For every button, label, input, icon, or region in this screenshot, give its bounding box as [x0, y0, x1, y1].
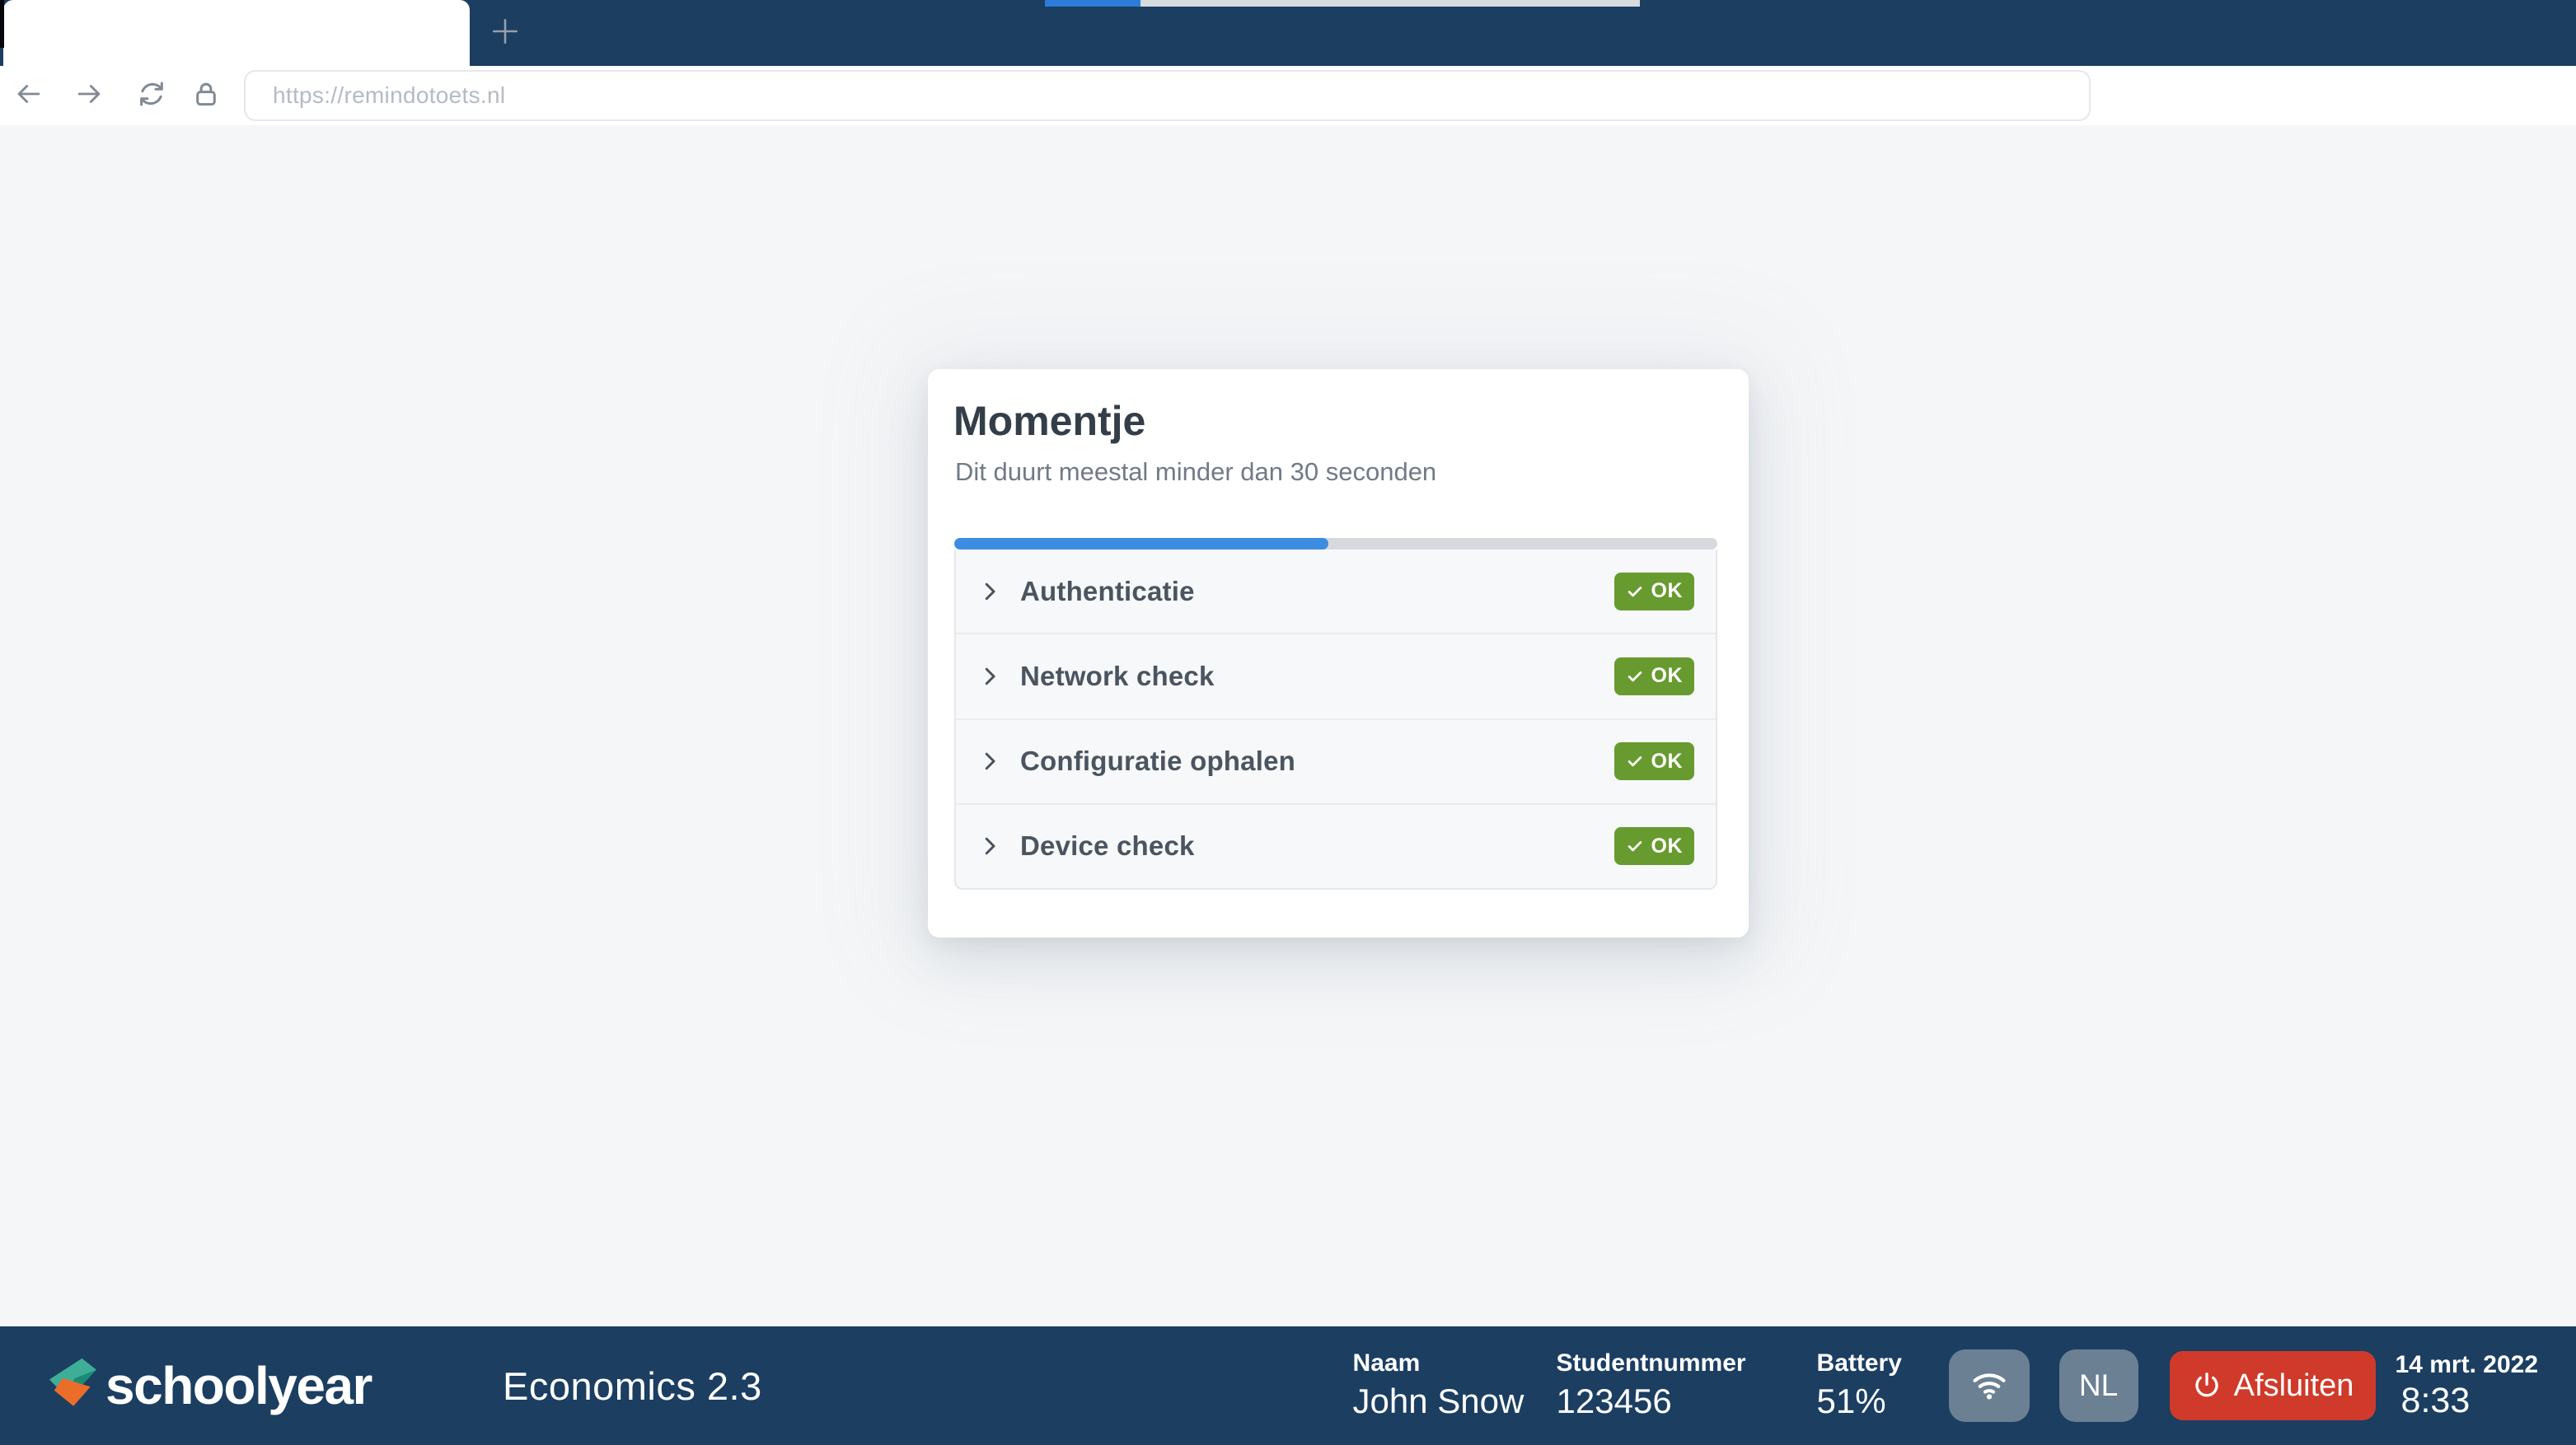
language-label: NL — [2078, 1368, 2119, 1402]
card-title: Momentje — [953, 398, 1146, 444]
chevron-right-icon — [977, 834, 1002, 858]
field-value: John Snow — [1352, 1381, 1525, 1420]
field-value: 51% — [1816, 1381, 1886, 1420]
page-loading-bar — [1045, 0, 1640, 7]
active-tab[interactable] — [3, 0, 470, 66]
exam-browser-screen: https://remindotoets.nl Momentje Dit duu… — [0, 0, 2576, 1445]
exam-footer-bar: schoolyear Economics 2.3 Naam John Snow … — [0, 1326, 2576, 1445]
schoolyear-logo-icon — [44, 1354, 99, 1418]
field-naam: Naam John Snow — [1352, 1349, 1525, 1422]
field-studentnummer: Studentnummer 123456 — [1557, 1349, 1764, 1422]
new-tab-button[interactable] — [487, 15, 523, 51]
url-text: https://remindotoets.nl — [273, 82, 506, 108]
status-badge: OK — [1614, 657, 1694, 695]
reload-sync-icon — [136, 78, 167, 114]
brand-wordmark: schoolyear — [105, 1356, 372, 1415]
field-value: 123456 — [1556, 1381, 1672, 1420]
field-label: Naam — [1352, 1349, 1421, 1377]
quit-button[interactable]: Afsluiten — [2169, 1351, 2376, 1420]
padlock-icon — [190, 78, 222, 114]
quit-button-label: Afsluiten — [2233, 1368, 2354, 1403]
field-label: Battery — [1816, 1349, 1902, 1377]
check-row-network-check[interactable]: Network check OK — [956, 633, 1716, 718]
date-text: 14 mrt. 2022 — [2395, 1350, 2538, 1378]
check-icon — [1628, 671, 1642, 682]
status-badge-text: OK — [1651, 579, 1683, 603]
check-icon — [1628, 841, 1642, 852]
status-badge: OK — [1614, 572, 1694, 610]
forward-arrow-icon — [73, 78, 105, 114]
screen-edge-artifact — [0, 0, 4, 48]
power-icon — [2191, 1370, 2222, 1401]
exam-title: Economics 2.3 — [503, 1363, 762, 1408]
status-badge-text: OK — [1651, 664, 1683, 688]
language-toggle-button[interactable]: NL — [2058, 1349, 2138, 1422]
reload-button[interactable] — [135, 79, 168, 112]
datetime-block: 14 mrt. 2022 8:33 — [2396, 1351, 2538, 1421]
status-badge: OK — [1614, 827, 1694, 866]
chevron-right-icon — [977, 579, 1002, 604]
chevron-right-icon — [977, 749, 1002, 774]
chevron-right-icon — [977, 664, 1002, 689]
check-icon — [1628, 756, 1642, 767]
startup-checks-card: Momentje Dit duurt meestal minder dan 30… — [928, 369, 1749, 938]
check-label: Network check — [1020, 660, 1215, 691]
check-row-authenticatie[interactable]: Authenticatie OK — [956, 549, 1716, 633]
status-badge-text: OK — [1651, 834, 1683, 858]
card-subtitle: Dit duurt meestal minder dan 30 seconden — [955, 457, 1437, 486]
field-battery: Battery 51% — [1817, 1349, 1909, 1422]
field-label: Studentnummer — [1556, 1349, 1746, 1377]
check-label: Configuratie ophalen — [1020, 746, 1295, 777]
back-button[interactable] — [12, 79, 45, 112]
time-text: 8:33 — [2400, 1380, 2471, 1420]
checks-progress-fill — [954, 538, 1328, 549]
plus-icon — [487, 13, 523, 54]
check-row-device-check[interactable]: Device check OK — [956, 802, 1716, 888]
check-icon — [1628, 586, 1642, 596]
check-label: Authenticatie — [1020, 575, 1195, 606]
url-address-bar[interactable]: https://remindotoets.nl — [244, 70, 2091, 121]
checks-panel: Authenticatie OK Network check OK Config… — [954, 549, 1717, 890]
check-row-configuratie-ophalen[interactable]: Configuratie ophalen OK — [956, 718, 1716, 803]
forward-button[interactable] — [73, 79, 105, 112]
status-badge: OK — [1614, 742, 1694, 781]
checks-progress-bar — [954, 538, 1717, 549]
page-loading-bar-fill — [1045, 0, 1140, 7]
browser-navbar: https://remindotoets.nl — [0, 66, 2576, 125]
status-badge-text: OK — [1651, 749, 1683, 773]
wifi-icon — [1969, 1363, 2010, 1409]
site-security-button[interactable] — [190, 79, 222, 112]
wifi-status-button[interactable] — [1948, 1349, 2030, 1422]
tab-strip — [0, 0, 2576, 66]
check-label: Device check — [1020, 830, 1195, 862]
back-arrow-icon — [13, 78, 44, 114]
